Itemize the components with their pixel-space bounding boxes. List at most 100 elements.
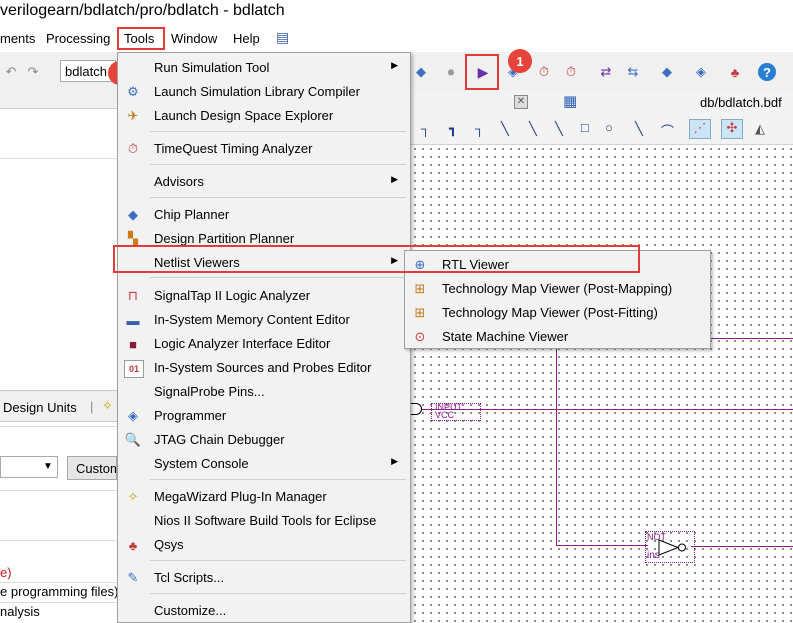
menu-item-label: Programmer [154,408,227,423]
timequest-icon[interactable]: ⏱ [560,61,582,83]
editor-tab-path[interactable]: db/bdlatch.bdf [700,95,782,110]
qsys-toolbar-icon[interactable]: ♣ [724,61,746,83]
input-pin-symbol[interactable]: INPUT VCC [431,402,481,421]
menu-help[interactable]: Help [233,31,260,46]
menu-item-nios-ii-sbt[interactable]: Nios II Software Build Tools for Eclipse [118,509,410,533]
menu-item-in-system-memory-content-editor[interactable]: ▬ In-System Memory Content Editor [118,308,410,332]
line-icon[interactable]: ╲ [635,121,643,137]
sources-probes-icon: 01 [124,360,144,378]
techmap-toolbar-icon[interactable]: ⇆ [622,61,644,83]
menu-item-logic-analyzer-interface-editor[interactable]: ■ Logic Analyzer Interface Editor [118,332,410,356]
wire [556,338,557,546]
menu-item-label: SignalTap II Logic Analyzer [154,288,311,303]
rectangle-icon[interactable]: □ [581,120,589,135]
not-gate-symbol[interactable]: NOT ins [645,531,695,563]
menu-item-system-console[interactable]: System Console ▶ [118,452,410,476]
menu-item-advisors[interactable]: Advisors ▶ [118,170,410,194]
memory-icon: ▬ [126,312,140,328]
tcl-icon: ✎ [127,570,139,585]
submenu-item-techmap-post-mapping[interactable]: ⊞ Technology Map Viewer (Post-Mapping) [405,277,710,301]
feedback-icon[interactable]: ▤ [276,29,289,46]
menu-separator [150,277,406,278]
menu-item-chip-planner[interactable]: ◆ Chip Planner [118,203,410,227]
menu-item-qsys[interactable]: ♣ Qsys [118,533,410,557]
menu-item-label: Qsys [154,537,184,552]
tools-menu: Run Simulation Tool ▶ ⚙ Launch Simulatio… [117,52,411,623]
menu-window[interactable]: Window [171,31,217,46]
menu-item-tcl-scripts[interactable]: ✎ Tcl Scripts... [118,566,410,590]
lai-icon: ■ [129,336,137,352]
wire [711,338,793,339]
schematic-canvas[interactable]: INPUT VCC NOT ins [411,145,793,623]
stop-icon[interactable]: ⬣ [440,61,462,83]
menu-separator [150,164,406,165]
tab-design-units[interactable]: Design Units [3,400,77,415]
close-icon[interactable]: ✕ [514,95,528,109]
submenu-item-techmap-post-fitting[interactable]: ⊞ Technology Map Viewer (Post-Fitting) [405,301,710,325]
menu-item-programmer[interactable]: ◈ Programmer [118,404,410,428]
submenu-item-state-machine-viewer[interactable]: ⊙ State Machine Viewer [405,325,710,349]
partial-line-icon[interactable]: ⋰ [689,119,711,139]
left-panel: Design Units | ✧ ▼ Custom e) e programmi… [0,90,119,623]
menu-item-label: Launch Design Space Explorer [154,108,334,123]
programmer-toolbar-icon[interactable]: ◈ [690,61,712,83]
window-title: verilogearn/bdlatch/pro/bdlatch - bdlatc… [0,2,285,19]
menu-item-label: Run Simulation Tool [154,60,270,75]
menu-processing[interactable]: Processing [46,31,110,46]
flip-horizontal-icon[interactable]: ◭ [755,121,765,137]
diagonal-node-icon[interactable]: ╲ [501,121,509,137]
orthogonal-bus-icon[interactable]: ┓ [449,121,457,137]
step-badge-1: 1 [508,49,532,73]
timing-icon[interactable]: ⏱ [533,61,555,83]
menu-item-label: In-System Sources and Probes Editor [154,360,372,375]
submenu-item-label: Technology Map Viewer (Post-Fitting) [442,305,658,320]
state-machine-icon: ⊙ [414,329,426,344]
submenu-arrow-icon: ▶ [391,174,398,184]
submenu-arrow-icon: ▶ [391,60,398,70]
netlist-rtl-highlight-box [113,245,640,273]
wand-icon[interactable]: ✧ [102,398,113,414]
diagonal-bus-icon[interactable]: ╲ [529,121,537,137]
qsys-icon: ♣ [128,537,138,553]
input-pin-icon [411,403,422,415]
divider [0,490,117,491]
chip-planner-toolbar-icon[interactable]: ◆ [656,61,678,83]
menu-item-launch-design-space-explorer[interactable]: ✈ Launch Design Space Explorer [118,104,410,128]
techmap-icon: ⊞ [414,305,426,320]
menu-separator [150,197,406,198]
menu-item-jtag-chain-debugger[interactable]: 🔍 JTAG Chain Debugger [118,428,410,452]
conduit-icon[interactable]: ┐ [475,121,484,136]
menu-item-signaltap[interactable]: ⊓ SignalTap II Logic Analyzer [118,284,410,308]
menu-item-customize[interactable]: Customize... [118,599,410,623]
menu-separator [150,131,406,132]
divider [0,602,117,603]
wand-icon: ✧ [127,489,139,504]
menu-item-label: SignalProbe Pins... [154,384,265,399]
redo-icon[interactable]: ↷ [22,61,44,83]
menu-item-timequest-timing-analyzer[interactable]: ⏱ TimeQuest Timing Analyzer [118,137,410,161]
menu-item-in-system-sources-probes[interactable]: 01 In-System Sources and Probes Editor [118,356,410,380]
menu-item-signalprobe-pins[interactable]: SignalProbe Pins... [118,380,410,404]
menu-item-label: Customize... [154,603,227,618]
rubberbanding-icon[interactable]: ✣ [721,119,743,139]
ellipse-icon[interactable]: ○ [605,120,613,135]
filter-dropdown[interactable]: ▼ [0,456,58,478]
menu-assignments[interactable]: ments [0,31,35,46]
undo-icon[interactable]: ↶ [0,61,22,83]
custom-button[interactable]: Custom [67,456,117,480]
menu-item-label: Nios II Software Build Tools for Eclipse [154,513,377,528]
menu-item-launch-simulation-library-compiler[interactable]: ⚙ Launch Simulation Library Compiler [118,80,410,104]
menu-item-megawizard[interactable]: ✧ MegaWizard Plug-In Manager [118,485,410,509]
menu-separator [150,560,406,561]
divider [0,540,117,541]
menu-item-label: TimeQuest Timing Analyzer [154,141,313,156]
chip-planner-icon: ◆ [128,207,138,222]
orthogonal-node-icon[interactable]: ┐ [421,121,430,136]
help-icon[interactable]: ? [758,63,776,81]
arc-icon[interactable]: ⌒ [661,121,674,140]
rtl-icon[interactable]: ⇄ [595,61,617,83]
chevron-down-icon: ▼ [43,461,53,472]
analysis-icon[interactable]: ◆ [410,61,432,83]
diagonal-conduit-icon[interactable]: ╲ [555,121,563,137]
menu-item-run-simulation-tool[interactable]: Run Simulation Tool ▶ [118,56,410,80]
